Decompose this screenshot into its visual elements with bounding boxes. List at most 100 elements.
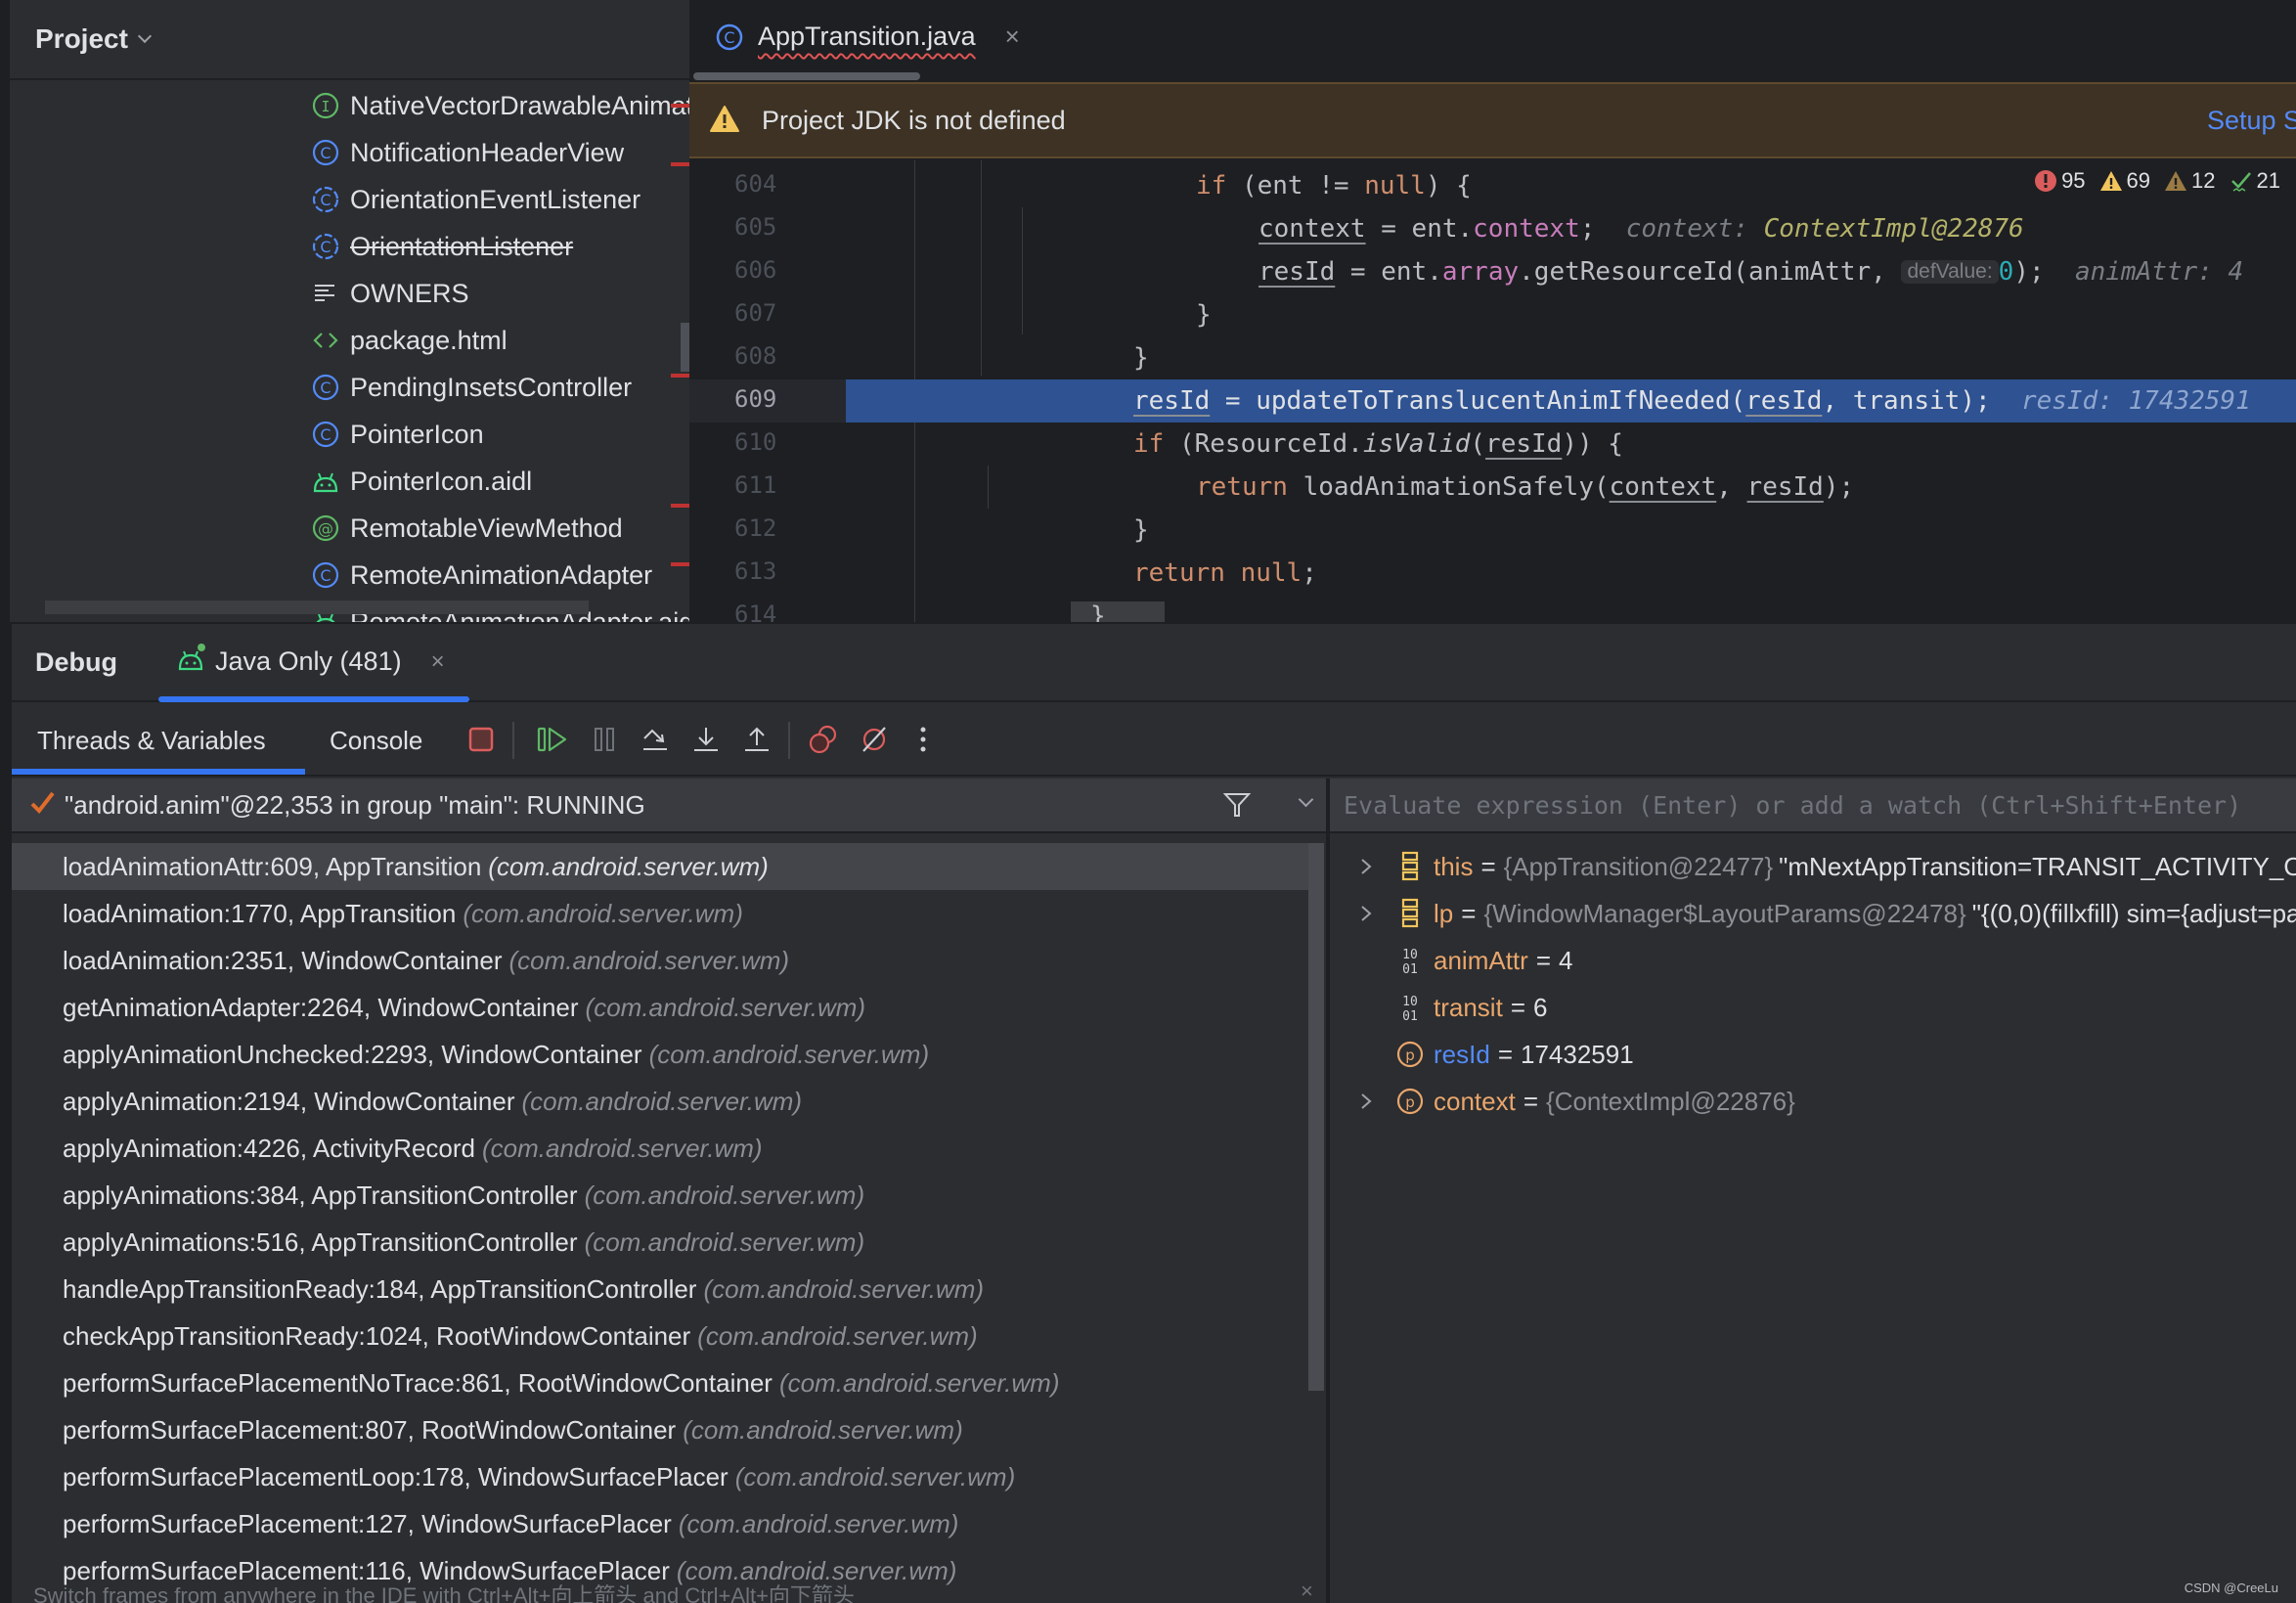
- stop-icon[interactable]: [462, 720, 501, 759]
- close-hint-icon[interactable]: ×: [1301, 1579, 1313, 1603]
- line-number[interactable]: 610: [734, 428, 793, 456]
- stack-frame[interactable]: getAnimationAdapter:2264, WindowContaine…: [12, 984, 1308, 1031]
- tree-item[interactable]: C PointerIcon: [311, 413, 484, 456]
- variable-row[interactable]: lp = {WindowManager$LayoutParams@22478} "{(…: [1330, 890, 2296, 937]
- svg-text:C: C: [320, 378, 331, 397]
- stack-frame[interactable]: applyAnimationUnchecked:2293, WindowCont…: [12, 1031, 1308, 1078]
- stack-frame[interactable]: performSurfacePlacement:127, WindowSurfa…: [12, 1500, 1308, 1547]
- variable-value: 4: [1559, 945, 1573, 975]
- tree-vertical-scrollbar[interactable]: [681, 323, 689, 372]
- code-line-612[interactable]: }: [846, 509, 2296, 552]
- thread-selector[interactable]: "android.anim"@22,353 in group "main": R…: [12, 779, 1326, 833]
- variable-row[interactable]: 10 01 animAttr = 4: [1330, 937, 1572, 984]
- stack-frame[interactable]: loadAnimationAttr:609, AppTransition (com…: [12, 843, 1308, 890]
- line-number-gutter[interactable]: 604 605 606 607 608 609 610 611 612 613 614: [689, 160, 846, 622]
- stack-frame[interactable]: checkAppTransitionReady:1024, RootWindow…: [12, 1313, 1308, 1359]
- tree-item[interactable]: C NotificationHeaderView: [311, 131, 624, 174]
- equals-sign: =: [1535, 945, 1551, 975]
- more-icon[interactable]: [904, 720, 943, 759]
- tree-item[interactable]: package.html: [311, 319, 508, 362]
- variable-name: this: [1434, 851, 1474, 881]
- project-view-selector[interactable]: Project: [35, 23, 153, 55]
- tree-item-label: RemotableViewMethod: [350, 512, 623, 543]
- frames-scrollbar[interactable]: [1308, 843, 1324, 1391]
- line-number[interactable]: 613: [734, 557, 793, 585]
- line-number[interactable]: 608: [734, 342, 793, 370]
- banner-message: Project JDK is not defined: [762, 106, 1066, 135]
- code-line-606[interactable]: resId = ent. array .getResourceId(animAttr…: [846, 250, 2296, 293]
- debug-session-tab[interactable]: Java Only (481) ×: [176, 644, 445, 680]
- variable-row[interactable]: this = {AppTransition@22477} "mNextAppTrans…: [1330, 843, 2296, 890]
- code-line-604[interactable]: if (ent != null) {: [846, 164, 2296, 207]
- code-line-611[interactable]: return loadAnimationSafely(context, resI…: [846, 466, 2296, 509]
- tree-item-label: NotificationHeaderView: [350, 137, 625, 167]
- inline-value-hint: animAttr: 4: [2074, 257, 2244, 287]
- frame-method: performSurfacePlacementLoop:178, WindowS…: [63, 1461, 729, 1492]
- editor-tab-apptransition[interactable]: C AppTransition.java ×: [715, 22, 1020, 52]
- tab-console[interactable]: Console: [330, 726, 422, 756]
- stack-frame[interactable]: applyAnimations:384, AppTransitionContro…: [12, 1172, 1308, 1219]
- tree-item[interactable]: C OrientationEventListener: [311, 178, 640, 221]
- close-tab-icon[interactable]: ×: [1005, 22, 1020, 52]
- code-line-610[interactable]: if (ResourceId. isValid(resId)) {: [846, 423, 2296, 466]
- tree-horizontal-scrollbar[interactable]: [45, 601, 589, 614]
- chevron-down-icon[interactable]: [1298, 791, 1314, 810]
- line-number[interactable]: 611: [734, 471, 793, 499]
- error-stripe-mark: [671, 504, 689, 508]
- tree-item[interactable]: C PendingInsetsController: [311, 366, 632, 409]
- svg-text:C: C: [724, 28, 734, 47]
- tree-item[interactable]: OWNERS: [311, 272, 469, 315]
- mute-breakpoints-icon[interactable]: [855, 720, 894, 759]
- stack-frame[interactable]: applyAnimations:516, AppTransitionContro…: [12, 1219, 1308, 1266]
- stack-frame[interactable]: performSurfacePlacement:807, RootWindowC…: [12, 1406, 1308, 1453]
- code-line-605[interactable]: context = ent. context; context: ContextI…: [846, 207, 2296, 250]
- chevron-right-icon[interactable]: [1351, 1091, 1381, 1111]
- view-breakpoints-icon[interactable]: [804, 720, 843, 759]
- annotation-icon: @: [311, 513, 340, 543]
- frame-package: (com.android.server.wm): [734, 1461, 1016, 1492]
- tree-item[interactable]: C RemoteAnimationAdapter: [311, 554, 652, 597]
- stack-frame[interactable]: loadAnimation:2351, WindowContainer (com.…: [12, 937, 1308, 984]
- stack-frame[interactable]: handleAppTransitionReady:184, AppTransit…: [12, 1266, 1308, 1313]
- filter-icon[interactable]: [1222, 790, 1252, 824]
- code-line-608[interactable]: }: [846, 336, 2296, 379]
- variable-row[interactable]: p context = {ContextImpl@22876}: [1330, 1078, 1795, 1125]
- step-out-icon[interactable]: [737, 720, 776, 759]
- step-into-icon[interactable]: [686, 720, 726, 759]
- line-number[interactable]: 605: [734, 213, 793, 241]
- tree-item[interactable]: PointerIcon.aidl: [311, 460, 532, 503]
- svg-text:@: @: [318, 519, 333, 538]
- tree-item[interactable]: I NativeVectorDrawableAnimator: [311, 84, 689, 127]
- line-number[interactable]: 609: [734, 385, 793, 413]
- code-line-607[interactable]: }: [846, 293, 2296, 336]
- stack-frame[interactable]: loadAnimation:1770, AppTransition (com.an…: [12, 890, 1308, 937]
- chevron-right-icon[interactable]: [1351, 857, 1381, 876]
- tree-item[interactable]: C OrientationListener: [311, 225, 573, 268]
- line-number[interactable]: 604: [734, 170, 793, 198]
- setup-sdk-link[interactable]: Setup SDK: [2207, 106, 2296, 136]
- stack-frame[interactable]: applyAnimation:2194, WindowContainer (com…: [12, 1078, 1308, 1125]
- frame-method: applyAnimations:516, AppTransitionContro…: [63, 1226, 578, 1257]
- line-number[interactable]: 614: [734, 601, 793, 622]
- stack-frame[interactable]: applyAnimation:4226, ActivityRecord (com.…: [12, 1125, 1308, 1172]
- line-number[interactable]: 607: [734, 299, 793, 327]
- variable-row[interactable]: p resId = 17432591: [1330, 1031, 1634, 1078]
- primitive-icon: 10 01: [1394, 945, 1426, 976]
- line-number[interactable]: 612: [734, 514, 793, 542]
- code-line-614[interactable]: }: [846, 595, 2296, 622]
- resume-icon[interactable]: [533, 720, 572, 759]
- variable-row[interactable]: 10 01 transit = 6: [1330, 984, 1547, 1031]
- chevron-right-icon[interactable]: [1351, 904, 1381, 923]
- tab-threads-variables[interactable]: Threads & Variables: [37, 726, 266, 756]
- stack-frame[interactable]: performSurfacePlacementNoTrace:861, Root…: [12, 1359, 1308, 1406]
- stack-frame[interactable]: performSurfacePlacementLoop:178, WindowS…: [12, 1453, 1308, 1500]
- tree-item-label: RemoteAnimationAdapter: [350, 559, 653, 590]
- code-line-613[interactable]: return null;: [846, 552, 2296, 595]
- tree-item[interactable]: @ RemotableViewMethod: [311, 507, 623, 550]
- step-over-icon[interactable]: [636, 720, 675, 759]
- evaluate-expression-input[interactable]: [1330, 790, 2288, 820]
- close-session-icon[interactable]: ×: [431, 648, 445, 676]
- pause-icon[interactable]: [585, 720, 624, 759]
- line-number[interactable]: 606: [734, 256, 793, 284]
- code-line-609-execution-point[interactable]: resId = updateToTranslucentAnimIfNeeded(…: [846, 379, 2296, 423]
